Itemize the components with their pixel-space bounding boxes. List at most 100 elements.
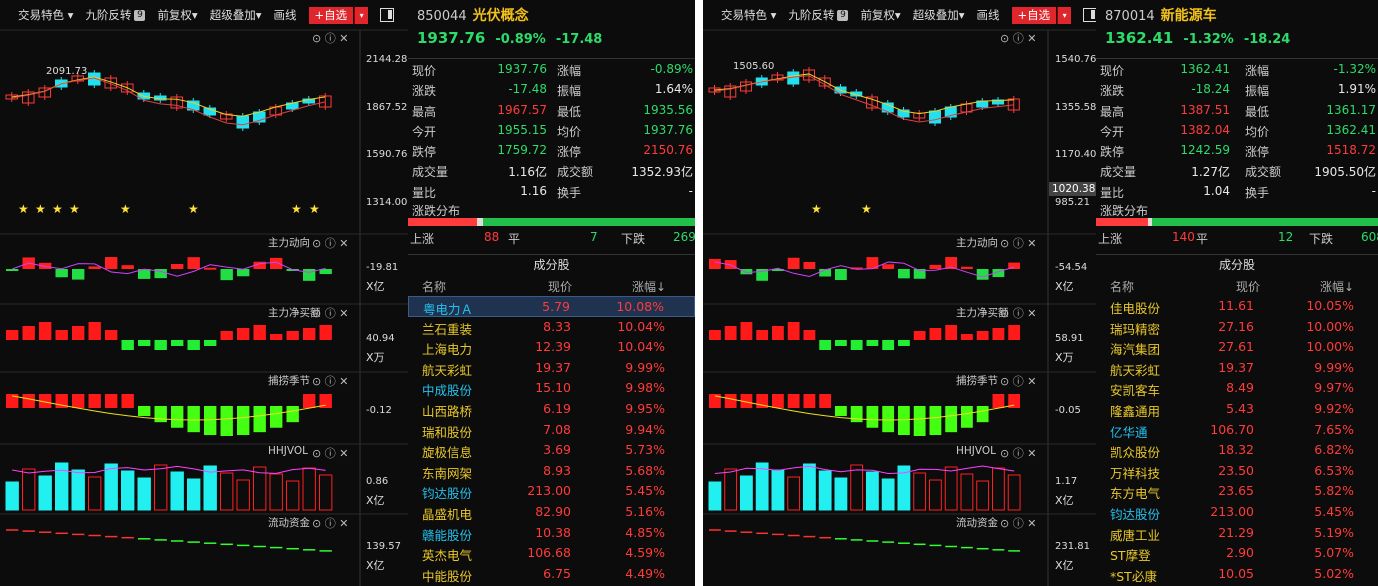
constituent-row[interactable]: 威唐工业 21.29 5.19% xyxy=(1096,523,1378,544)
constituent-row[interactable]: 安凯客车 8.49 9.97% xyxy=(1096,378,1378,399)
column-header[interactable]: 涨幅↓ xyxy=(632,278,666,295)
constituent-row[interactable]: 旋极信息 3.69 5.73% xyxy=(408,440,695,461)
constituent-row[interactable]: 航天彩虹 19.37 9.99% xyxy=(1096,358,1378,379)
column-header[interactable]: 现价 xyxy=(548,278,572,295)
constituent-row[interactable]: 东南网架 8.93 5.68% xyxy=(408,461,695,482)
indicator-controls[interactable]: ⊙ ⓘ ✕ xyxy=(1000,445,1036,461)
market-pane-left: 交易特色 ▾ 九阶反转 9 前复权▾ 超级叠加▾ 画线 +自选 ▾ 2091.73 2144.28… xyxy=(0,0,695,586)
stat-value: 1.91% xyxy=(1337,82,1376,97)
constituent-price: 12.39 xyxy=(535,339,571,355)
indicator-unit: X亿 xyxy=(1055,559,1074,573)
stat-row: 现价 1937.76 涨幅 -0.89% xyxy=(408,59,695,79)
stat-value: 1905.50亿 xyxy=(1314,165,1376,180)
constituent-change: 5.68% xyxy=(625,462,665,478)
flow-bar xyxy=(72,269,85,280)
constituent-change: 5.45% xyxy=(625,483,665,499)
constituent-row[interactable]: 凯众股份 18.32 6.82% xyxy=(1096,440,1378,461)
stat-value: 1387.51 xyxy=(1180,102,1230,117)
column-header[interactable]: 现价 xyxy=(1236,278,1260,295)
indicator-controls[interactable]: ⊙ ⓘ ✕ xyxy=(1000,373,1036,389)
chart-area[interactable]: 交易特色 ▾ 九阶反转 9 前复权▾ 超级叠加▾ 画线 +自选 ▾ 1505.60 1540.76… xyxy=(703,0,1099,586)
volume-bar xyxy=(818,470,832,511)
constituent-row[interactable]: 粤电力Ａ 5.79 10.08% xyxy=(408,296,695,317)
constituent-name: 瑞玛精密 xyxy=(1110,321,1161,337)
indicator-controls[interactable]: ⊙ ⓘ ✕ xyxy=(1000,305,1036,321)
constituent-row[interactable]: 钧达股份 213.00 5.45% xyxy=(408,481,695,502)
net-buy-bar xyxy=(1008,325,1021,340)
stat-label: 涨幅 xyxy=(1245,64,1270,78)
net-buy-bar xyxy=(55,330,68,340)
constituent-row[interactable]: 东方电气 23.65 5.82% xyxy=(1096,481,1378,502)
constituent-price: 3.69 xyxy=(543,442,571,458)
constituent-row[interactable]: 瑞玛精密 27.16 10.00% xyxy=(1096,317,1378,338)
stat-label: 最低 xyxy=(1245,104,1270,119)
current-price-tag: 1020.38 xyxy=(1049,182,1099,196)
column-header[interactable]: 名称 xyxy=(422,278,446,295)
season-bar xyxy=(724,394,737,408)
constituent-row[interactable]: 英杰电气 106.68 4.59% xyxy=(408,543,695,564)
constituent-row[interactable]: 山西路桥 6.19 9.95% xyxy=(408,399,695,420)
constituent-price: 27.16 xyxy=(1218,318,1254,334)
constituent-row[interactable]: 隆鑫通用 5.43 9.92% xyxy=(1096,399,1378,420)
net-buy-bar xyxy=(724,326,737,340)
indicator-controls[interactable]: ⊙ ⓘ ✕ xyxy=(312,305,348,321)
constituent-row[interactable]: 钧达股份 213.00 5.45% xyxy=(1096,502,1378,523)
stat-label: 今开 xyxy=(1100,124,1125,139)
indicator-controls[interactable]: ⊙ ⓘ ✕ xyxy=(312,235,348,251)
main-panel-controls[interactable]: ⊙ ⓘ ✕ xyxy=(1000,30,1036,46)
indicator-value: 40.94 xyxy=(366,333,395,344)
stat-value: 1.16亿 xyxy=(508,165,547,180)
stat-row: 最高 1967.57 最低 1935.56 xyxy=(408,100,695,120)
constituent-row[interactable]: 中成股份 15.10 9.98% xyxy=(408,378,695,399)
indicator-unit: X亿 xyxy=(1055,280,1074,294)
flow-bar xyxy=(105,257,118,269)
flow-bar xyxy=(187,257,200,269)
column-header[interactable]: 涨幅↓ xyxy=(1320,278,1354,295)
season-bar xyxy=(105,394,118,408)
dist-flat: 12 xyxy=(1278,230,1294,244)
constituent-row[interactable]: ST摩登 2.90 5.07% xyxy=(1096,543,1378,564)
season-bar xyxy=(237,406,250,436)
net-buy-bar xyxy=(303,328,316,340)
constituent-change: 5.45% xyxy=(1314,504,1354,519)
constituent-row[interactable]: 万祥科技 23.50 6.53% xyxy=(1096,461,1378,482)
constituent-price: 82.90 xyxy=(535,504,571,519)
constituent-row[interactable]: *ST必康 10.05 5.02% xyxy=(1096,564,1378,585)
indicator-controls[interactable]: ⊙ ⓘ ✕ xyxy=(312,373,348,389)
dist-down-segment xyxy=(1152,218,1378,226)
constituent-row[interactable]: 亿华通 106.70 7.65% xyxy=(1096,420,1378,441)
constituent-row[interactable]: 晶盛机电 82.90 5.16% xyxy=(408,502,695,523)
main-panel-controls[interactable]: ⊙ ⓘ ✕ xyxy=(312,30,348,46)
constituent-row[interactable]: 海汽集团 27.61 10.00% xyxy=(1096,337,1378,358)
constituent-row[interactable]: 上海电力 12.39 10.04% xyxy=(408,337,695,358)
stat-value: 1.27亿 xyxy=(1191,165,1230,180)
indicator-controls[interactable]: ⊙ ⓘ ✕ xyxy=(312,445,348,461)
dist-flat-label: 平 xyxy=(1196,232,1209,246)
season-bar xyxy=(819,394,832,408)
kline-chart-svg xyxy=(703,29,1096,586)
constituent-row[interactable]: 瑞和股份 7.08 9.94% xyxy=(408,420,695,441)
net-buy-bar xyxy=(270,334,283,340)
season-bar xyxy=(835,406,847,416)
constituent-row[interactable]: 赣能股份 10.38 4.85% xyxy=(408,523,695,544)
column-header[interactable]: 名称 xyxy=(1110,278,1134,295)
constituent-row[interactable]: 佳电股份 11.61 10.05% xyxy=(1096,296,1378,317)
flow-bar xyxy=(171,263,184,269)
indicator-title: 捕捞季节 xyxy=(268,375,310,387)
net-buy-bar xyxy=(237,328,250,340)
stat-value: 1935.56 xyxy=(643,102,693,117)
constituent-row[interactable]: 兰石重装 8.33 10.04% xyxy=(408,317,695,338)
constituent-change: 10.00% xyxy=(1306,339,1354,355)
constituent-row[interactable]: 中能股份 6.75 4.49% xyxy=(408,564,695,585)
constituent-row[interactable]: 航天彩虹 19.37 9.99% xyxy=(408,358,695,379)
indicator-controls[interactable]: ⊙ ⓘ ✕ xyxy=(312,515,348,531)
net-buy-bar xyxy=(154,340,167,350)
indicator-controls[interactable]: ⊙ ⓘ ✕ xyxy=(1000,235,1036,251)
stat-label: 今开 xyxy=(412,124,437,139)
indicator-controls[interactable]: ⊙ ⓘ ✕ xyxy=(1000,515,1036,531)
chart-area[interactable]: 交易特色 ▾ 九阶反转 9 前复权▾ 超级叠加▾ 画线 +自选 ▾ 2091.73 2144.28… xyxy=(0,0,408,586)
stat-value: -0.89% xyxy=(650,62,693,76)
distribution-labels: 上涨 140平 12 下跌 608 xyxy=(1096,230,1378,246)
constituent-name: *ST必康 xyxy=(1110,568,1157,584)
season-bar xyxy=(303,394,316,408)
